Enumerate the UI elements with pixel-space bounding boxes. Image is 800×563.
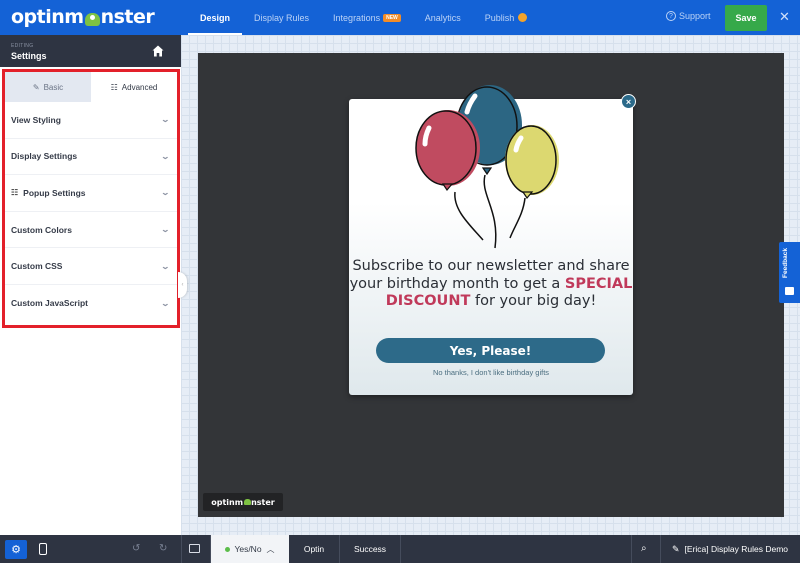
mobile-preview-icon[interactable]	[39, 543, 47, 555]
section-label: Display Settings	[11, 151, 78, 162]
pencil-icon: ✎	[672, 543, 680, 554]
badge-text-left: optinm	[211, 497, 244, 507]
monster-icon	[84, 12, 100, 26]
optinmonster-logo[interactable]: optinm nster	[11, 6, 155, 28]
nav-analytics[interactable]: Analytics	[413, 0, 473, 35]
section-custom-colors[interactable]: Custom Colors ⌄	[5, 212, 177, 249]
section-display-settings[interactable]: Display Settings ⌄	[5, 139, 177, 176]
nav-label: Display Rules	[254, 12, 310, 23]
home-icon[interactable]	[152, 45, 164, 57]
balloons-image	[415, 85, 559, 249]
layout-icon[interactable]	[189, 544, 200, 553]
view-tab-label: Optin	[303, 544, 325, 554]
section-popup-settings[interactable]: ☷ Popup Settings ⌄	[5, 175, 177, 212]
feedback-label: Feedback	[782, 248, 789, 278]
no-thanks-link[interactable]: No thanks, I don't like birthday gifts	[349, 368, 633, 377]
tab-label: Basic	[43, 82, 64, 92]
sliders-icon: ☷	[11, 188, 19, 198]
undo-icon[interactable]: ↺	[132, 543, 140, 554]
redo-icon[interactable]: ↻	[159, 543, 167, 554]
popup-close-icon[interactable]: ×	[621, 94, 636, 109]
nav-label: Publish	[484, 12, 515, 23]
gear-icon[interactable]: ⚙	[5, 540, 27, 559]
popup-headline[interactable]: Subscribe to our newsletter and share yo…	[349, 258, 633, 311]
chevron-down-icon: ⌄	[160, 115, 171, 125]
settings-panel-highlight: ✎ Basic ☷ Advanced View Styling ⌄ Displa…	[2, 69, 180, 328]
section-custom-css[interactable]: Custom CSS ⌄	[5, 248, 177, 285]
sliders-icon: ☷	[110, 82, 118, 92]
view-tab-success[interactable]: Success	[340, 535, 400, 563]
status-dot-icon	[518, 13, 528, 22]
sidebar-header: EDITING Settings	[0, 35, 181, 67]
nav-publish[interactable]: Publish	[473, 0, 540, 35]
logo-text-right: nster	[100, 6, 155, 28]
nav-display-rules[interactable]: Display Rules	[242, 0, 321, 35]
section-label: View Styling	[11, 114, 61, 125]
chevron-down-icon: ⌄	[160, 188, 171, 198]
section-label: Custom JavaScript	[11, 298, 88, 309]
monster-icon	[243, 499, 251, 505]
view-tab-label: Success	[353, 544, 387, 554]
divider	[181, 535, 182, 563]
help-circle-icon: ?	[666, 11, 676, 21]
powered-by-badge[interactable]: optinm nster	[203, 493, 283, 511]
headline-text-end: for your big day!	[470, 293, 597, 309]
chevron-up-icon: ︿	[266, 544, 275, 554]
divider	[660, 535, 661, 563]
chevron-down-icon: ⌄	[160, 151, 171, 161]
main-nav: Design Display Rules Integrations NEW Ana…	[188, 0, 539, 35]
nav-label: Integrations	[333, 12, 381, 23]
campaign-name-label: [Erica] Display Rules Demo	[684, 544, 788, 554]
divider	[400, 535, 401, 563]
pencil-icon: ✎	[32, 82, 40, 92]
nav-label: Analytics	[424, 12, 461, 23]
top-bar: optinm nster Design Display Rules Integra…	[0, 0, 800, 35]
section-view-styling[interactable]: View Styling ⌄	[5, 102, 177, 139]
editing-label: EDITING	[11, 43, 34, 49]
settings-tabs: ✎ Basic ☷ Advanced	[5, 72, 177, 102]
chat-icon	[785, 287, 794, 295]
section-label: Popup Settings	[23, 187, 86, 198]
new-badge: NEW	[383, 13, 401, 22]
bottom-bar: ⚙ ↺ ↻ Yes/No ︿ Optin Success ⌕ ✎ [Erica]…	[0, 535, 800, 563]
logo-text-left: optinm	[11, 6, 84, 28]
chevron-down-icon: ⌄	[160, 261, 171, 271]
chevron-down-icon: ⌄	[160, 225, 171, 235]
status-dot-icon	[225, 546, 231, 552]
section-custom-javascript[interactable]: Custom JavaScript ⌄	[5, 285, 177, 322]
tab-label: Advanced	[121, 82, 158, 92]
support-label: Support	[679, 11, 711, 21]
view-tab-optin[interactable]: Optin	[289, 535, 339, 563]
settings-sidebar: EDITING Settings ✎ Basic ☷ Advanced View…	[0, 35, 181, 535]
nav-design[interactable]: Design	[188, 0, 243, 35]
chevron-down-icon: ⌄	[160, 298, 171, 308]
nav-label: Design	[200, 12, 231, 23]
divider	[631, 535, 632, 563]
yes-please-button[interactable]: Yes, Please!	[376, 338, 605, 363]
section-label: Custom CSS	[11, 261, 63, 272]
nav-integrations[interactable]: Integrations NEW	[321, 0, 413, 35]
sidebar-title: Settings	[11, 51, 47, 61]
section-label: Custom Colors	[11, 224, 72, 235]
support-link[interactable]: ? Support	[666, 11, 711, 21]
search-icon[interactable]: ⌕	[641, 543, 647, 554]
tab-advanced[interactable]: ☷ Advanced	[91, 72, 177, 102]
campaign-name[interactable]: ✎ [Erica] Display Rules Demo	[672, 535, 788, 563]
tab-basic[interactable]: ✎ Basic	[5, 72, 91, 102]
feedback-tab[interactable]: Feedback	[779, 242, 800, 303]
view-tab-label: Yes/No	[234, 544, 262, 554]
view-tab-yes-no[interactable]: Yes/No ︿	[211, 535, 289, 563]
close-icon[interactable]: ✕	[779, 9, 790, 25]
save-button[interactable]: Save	[725, 5, 767, 31]
badge-text-right: nster	[251, 497, 275, 507]
